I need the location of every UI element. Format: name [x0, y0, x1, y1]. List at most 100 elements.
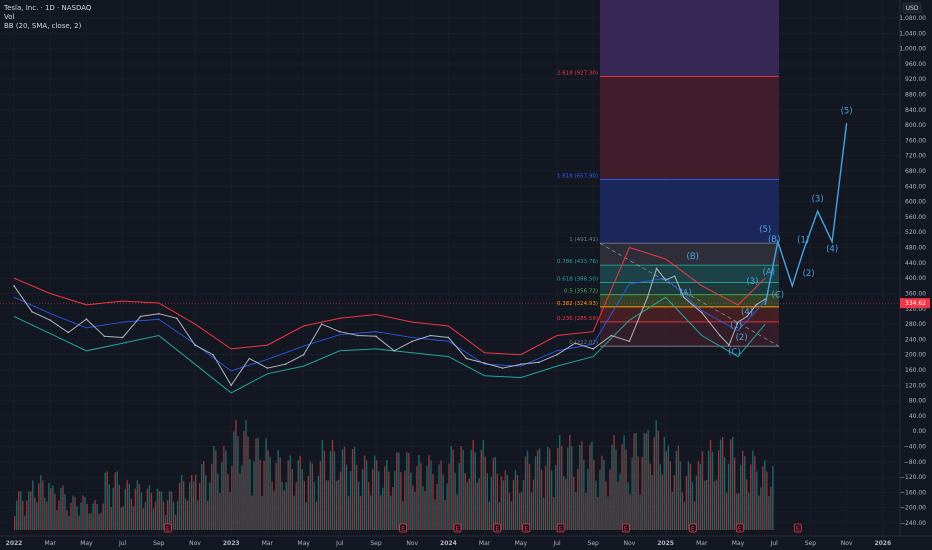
fib-level-label: 0.618 (388.50)	[557, 277, 598, 283]
price-point	[85, 318, 88, 320]
volume-bar	[452, 449, 454, 530]
volume-bar	[462, 450, 464, 530]
volume-bar	[440, 460, 442, 530]
volume-bar	[595, 480, 597, 530]
volume-bar	[569, 435, 571, 530]
fib-level-label: 1.618 (657.90)	[557, 173, 598, 179]
fib-level-label: 1 (491.41)	[569, 237, 598, 243]
y-tick-label: 920.00	[905, 76, 926, 83]
x-tick-label: 2022	[6, 540, 23, 547]
volume-bar	[247, 436, 249, 530]
price-chart[interactable]: 2.618 (927.30) 1.618 (657.90) 1 (491.41) 0.…	[0, 0, 932, 550]
volume-bar	[573, 476, 575, 530]
y-tick-label: 1,000.00	[899, 46, 926, 53]
price-point	[230, 384, 232, 387]
price-point	[194, 344, 196, 346]
volume-bar	[653, 437, 655, 530]
volume-bar	[474, 452, 476, 530]
y-tick-label: 240.00	[905, 336, 926, 343]
y-tick-label: 0.00	[913, 428, 927, 435]
volume-bar	[705, 480, 708, 530]
price-point	[67, 331, 70, 334]
volume-bar	[516, 475, 519, 530]
wave-label: (A)	[763, 267, 775, 277]
volume-bar	[30, 491, 32, 530]
volume-bar	[619, 473, 621, 530]
y-tick-label: −40.00	[904, 443, 926, 450]
volume-bar	[120, 507, 122, 530]
volume-bar	[60, 487, 62, 530]
volume-bar	[142, 508, 145, 530]
x-tick-label: 2026	[874, 540, 891, 547]
y-tick-label: 200.00	[905, 352, 926, 359]
volume-bar	[112, 487, 114, 530]
volume-bar	[633, 433, 635, 530]
volume-bar	[24, 515, 26, 530]
volume-bar	[110, 507, 112, 530]
x-tick-label: Mar	[479, 540, 491, 547]
volume-bar	[388, 471, 390, 530]
volume-bar	[480, 449, 482, 530]
volume-bar	[727, 463, 730, 530]
volume-bar	[219, 493, 221, 530]
y-tick-label: 440.00	[905, 260, 926, 267]
volume-bar	[754, 456, 756, 530]
price-point	[375, 335, 377, 338]
y-tick-label: 800.00	[905, 122, 926, 129]
x-tick-label: Jul	[335, 540, 344, 547]
volume-bar	[295, 481, 297, 530]
volume-bar	[249, 459, 251, 530]
volume-bar	[488, 501, 491, 530]
y-tick-label: −200.00	[900, 505, 926, 512]
time-axis[interactable]: 2022 Mar May Jul Sep Nov 2023 Mar May Jul Sep Nov 20…	[0, 535, 932, 550]
price-point	[212, 353, 214, 356]
volume-bar	[476, 482, 478, 530]
volume-bar	[530, 492, 533, 530]
fib-zone	[600, 179, 779, 244]
volume-bar	[178, 482, 181, 530]
volume-bar	[609, 469, 611, 530]
volume-bar	[472, 440, 474, 530]
price-axis[interactable]: 1,080.00 1,040.00 1,000.00 960.00 920.00 880.…	[899, 0, 932, 550]
volume-bar	[229, 492, 231, 530]
price-point	[284, 363, 287, 366]
volume-bar	[577, 469, 579, 530]
volume-bar	[454, 472, 456, 530]
volume-bar	[309, 461, 312, 530]
earnings-marker-letter: E	[559, 526, 563, 533]
bollinger-indicator-label[interactable]: BB (20, SMA, close, 2)	[4, 22, 91, 31]
volume-bar	[494, 456, 497, 530]
x-tick-label: Mar	[45, 540, 57, 547]
volume-bar	[412, 485, 414, 530]
volume-bar	[255, 438, 257, 530]
y-tick-label: 80.00	[909, 398, 926, 405]
volume-bar	[583, 459, 585, 530]
volume-bar	[96, 504, 98, 530]
volume-bar	[376, 460, 378, 530]
price-point	[483, 362, 486, 364]
volume-bar	[597, 497, 599, 530]
volume-bar	[367, 482, 370, 530]
y-tick-label: 400.00	[905, 275, 926, 282]
volume-bar	[484, 456, 486, 530]
volume-bar	[233, 431, 235, 530]
chart-legend: Tesla, Inc. · 1D · NASDAQ Vol BB (20, SM…	[4, 4, 91, 31]
volume-bar	[197, 500, 199, 530]
volume-bar	[275, 462, 277, 530]
volume-bar	[285, 482, 287, 530]
volume-bar	[762, 466, 764, 530]
volume-bar	[223, 445, 225, 530]
volume-indicator-label[interactable]: Vol	[4, 13, 91, 22]
price-point	[339, 330, 341, 333]
volume-bar	[380, 495, 382, 530]
volume-bar	[355, 464, 358, 530]
symbol-title[interactable]: Tesla, Inc. · 1D · NASDAQ	[4, 4, 91, 13]
volume-bar	[26, 500, 28, 530]
volume-bar	[512, 480, 515, 530]
volume-bar	[349, 471, 352, 530]
volume-bar	[132, 506, 135, 530]
volume-bar	[102, 503, 104, 530]
volume-bar	[430, 460, 432, 530]
volume-bar	[746, 479, 748, 530]
volume-bar	[188, 482, 191, 530]
